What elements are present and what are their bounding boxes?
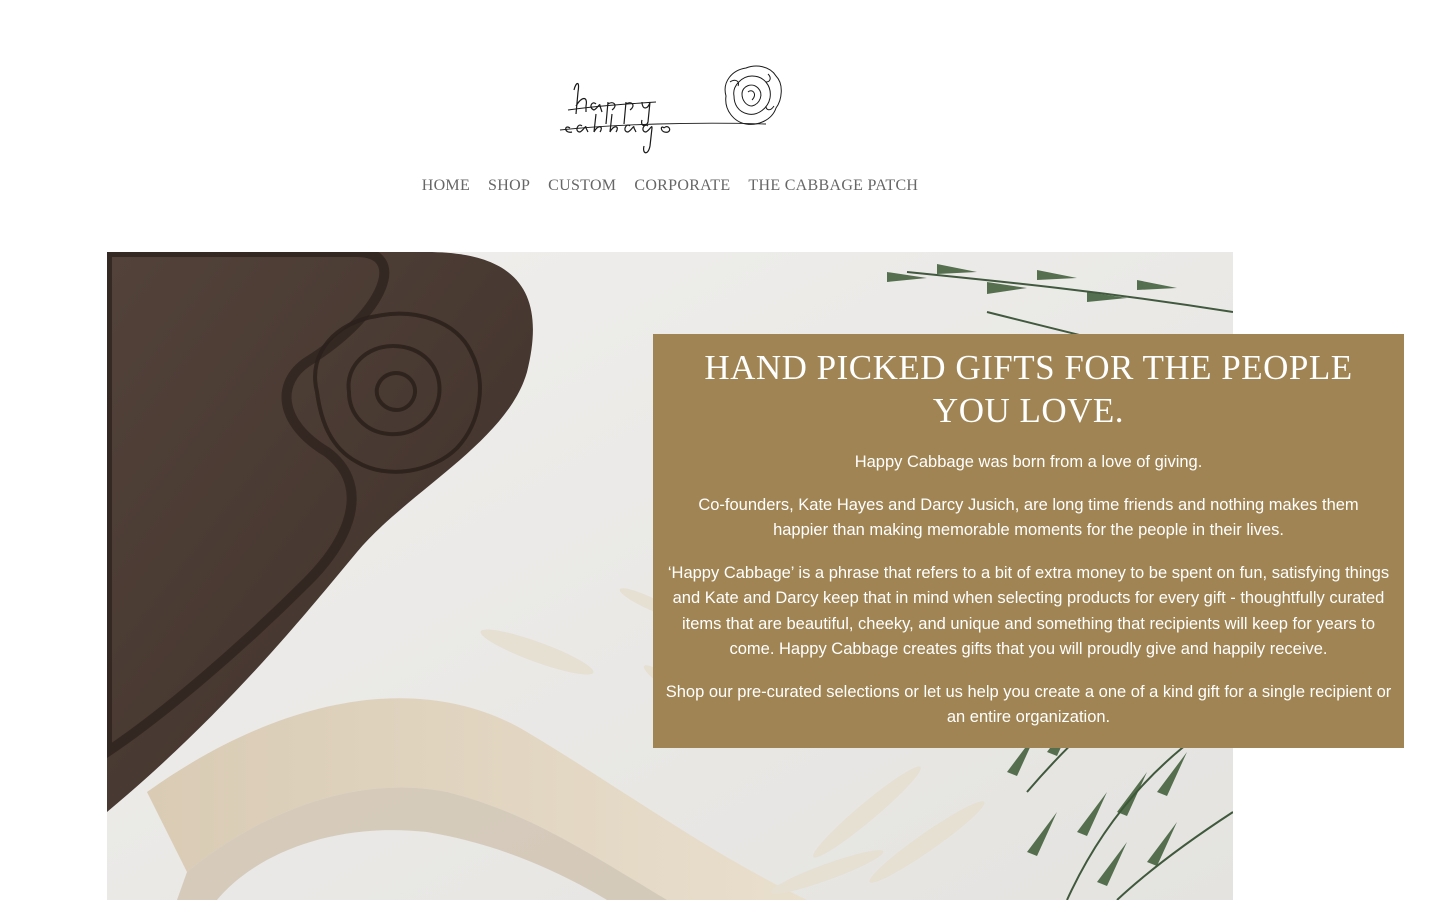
nav-item-custom[interactable]: CUSTOM xyxy=(548,176,616,196)
site-logo[interactable] xyxy=(556,62,812,166)
cabbage-rose-logo-icon xyxy=(559,65,782,154)
intro-panel: HAND PICKED GIFTS FOR THE PEOPLE YOU LOV… xyxy=(653,334,1404,748)
nav-item-shop[interactable]: SHOP xyxy=(488,176,530,196)
hero-headline: HAND PICKED GIFTS FOR THE PEOPLE YOU LOV… xyxy=(704,348,1353,430)
intro-paragraph-4: Shop our pre-curated selections or let u… xyxy=(665,682,1392,727)
main-nav: HOME SHOP CUSTOM CORPORATE THE CABBAGE P… xyxy=(0,176,1340,196)
nav-item-home[interactable]: HOME xyxy=(422,176,470,196)
intro-paragraph-1: Happy Cabbage was born from a love of gi… xyxy=(854,453,1203,471)
nav-item-corporate[interactable]: CORPORATE xyxy=(634,176,730,196)
intro-paragraph-2: Co-founders, Kate Hayes and Darcy Jusich… xyxy=(698,495,1359,540)
page: HOME SHOP CUSTOM CORPORATE THE CABBAGE P… xyxy=(0,0,1440,900)
nav-item-the-cabbage-patch[interactable]: THE CABBAGE PATCH xyxy=(748,176,918,196)
intro-paragraph-3: ‘Happy Cabbage’ is a phrase that refers … xyxy=(667,563,1390,659)
